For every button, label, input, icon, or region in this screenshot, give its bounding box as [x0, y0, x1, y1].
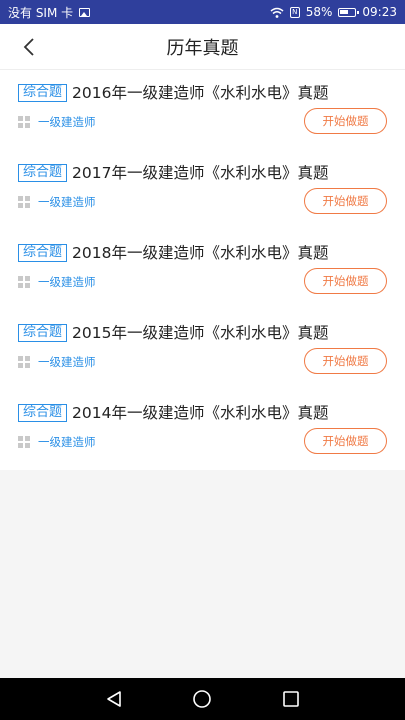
- category-label: 一级建造师: [38, 275, 96, 289]
- item-title: 2016年一级建造师《水利水电》真题: [72, 84, 329, 102]
- square-recent-icon: [283, 691, 299, 707]
- nav-home-button[interactable]: [187, 684, 217, 714]
- type-tag: 综合题: [18, 244, 68, 262]
- circle-home-icon: [193, 690, 212, 708]
- category-grid-icon: [18, 116, 30, 128]
- triangle-back-icon: [107, 691, 121, 707]
- battery-icon: [338, 7, 360, 17]
- category-grid-icon: [18, 276, 30, 288]
- type-tag: 综合题: [18, 164, 68, 182]
- category-label: 一级建造师: [38, 115, 96, 129]
- start-exam-button[interactable]: 开始做题: [304, 428, 387, 454]
- category: 一级建造师: [18, 274, 96, 290]
- type-tag: 综合题: [18, 404, 68, 422]
- category-grid-icon: [18, 436, 30, 448]
- list-item[interactable]: 综合题 2016年一级建造师《水利水电》真题 一级建造师 开始做题: [0, 70, 405, 150]
- image-notification-icon: [79, 7, 91, 17]
- category-label: 一级建造师: [38, 435, 96, 449]
- category: 一级建造师: [18, 194, 96, 210]
- start-exam-button[interactable]: 开始做题: [304, 268, 387, 294]
- battery-percent: 58%: [305, 5, 333, 19]
- nav-back-button[interactable]: [99, 684, 129, 714]
- category-label: 一级建造师: [38, 355, 96, 369]
- clock: 09:23: [362, 5, 397, 19]
- type-tag: 综合题: [18, 84, 68, 102]
- chevron-left-icon: [23, 38, 34, 56]
- list-item[interactable]: 综合题 2015年一级建造师《水利水电》真题 一级建造师 开始做题: [0, 310, 405, 390]
- carrier-text: 没有 SIM 卡: [8, 5, 74, 20]
- start-exam-button[interactable]: 开始做题: [304, 108, 387, 134]
- app-header: 历年真题: [0, 24, 405, 70]
- category: 一级建造师: [18, 434, 96, 450]
- type-tag: 综合题: [18, 324, 68, 342]
- category: 一级建造师: [18, 354, 96, 370]
- system-nav-bar: [0, 678, 405, 720]
- item-title: 2015年一级建造师《水利水电》真题: [72, 324, 329, 342]
- list-item[interactable]: 综合题 2017年一级建造师《水利水电》真题 一级建造师 开始做题: [0, 150, 405, 230]
- item-title: 2014年一级建造师《水利水电》真题: [72, 404, 329, 422]
- back-button[interactable]: [16, 34, 42, 60]
- page-title: 历年真题: [166, 37, 239, 59]
- exam-list: 综合题 2016年一级建造师《水利水电》真题 一级建造师 开始做题 综合题 20…: [0, 70, 405, 470]
- start-exam-button[interactable]: 开始做题: [304, 348, 387, 374]
- category-label: 一级建造师: [38, 195, 96, 209]
- list-item[interactable]: 综合题 2018年一级建造师《水利水电》真题 一级建造师 开始做题: [0, 230, 405, 310]
- wifi-icon: [270, 7, 284, 18]
- category: 一级建造师: [18, 114, 96, 130]
- list-item[interactable]: 综合题 2014年一级建造师《水利水电》真题 一级建造师 开始做题: [0, 390, 405, 470]
- category-grid-icon: [18, 356, 30, 368]
- start-exam-button[interactable]: 开始做题: [304, 188, 387, 214]
- nav-recent-button[interactable]: [276, 684, 306, 714]
- category-grid-icon: [18, 196, 30, 208]
- status-bar: 没有 SIM 卡 N 58% 09:23: [0, 0, 405, 24]
- item-title: 2017年一级建造师《水利水电》真题: [72, 164, 329, 182]
- item-title: 2018年一级建造师《水利水电》真题: [72, 244, 329, 262]
- nfc-icon: N: [289, 6, 300, 18]
